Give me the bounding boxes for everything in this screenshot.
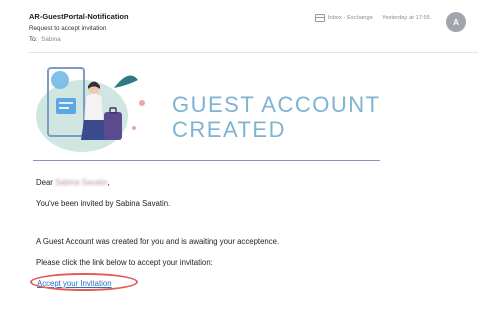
avatar[interactable]: A [446, 12, 466, 32]
document-line [59, 107, 69, 109]
mail-meta: Inbox - Exchange Yesterday at 17:55 [314, 14, 430, 22]
guest-illustration [36, 67, 145, 152]
recipient-name[interactable]: Sabina [41, 36, 61, 43]
document-card [56, 98, 76, 114]
mailbox-name: Inbox - Exchange [327, 15, 373, 21]
greeting-suffix: , [107, 178, 110, 187]
to-label: To: [29, 36, 38, 43]
banner-title: GUEST ACCOUNT CREATED [172, 92, 422, 142]
header-divider [29, 52, 478, 53]
leaf [114, 75, 138, 88]
banner-title-line2: CREATED [172, 117, 286, 142]
redacted-name: Sabina Savatin [55, 178, 108, 188]
mailbox-icon [314, 14, 325, 22]
decoration-circle [51, 71, 69, 89]
suitcase [104, 112, 122, 140]
dot-decoration [139, 100, 145, 106]
recipient-line: To: Sabina [29, 36, 61, 43]
person-skirt [81, 120, 107, 140]
dot-decoration [132, 126, 136, 130]
banner-title-line1: GUEST ACCOUNT [172, 92, 381, 117]
invited-line: You've been invited by Sabina Savatin. [36, 199, 171, 208]
instruction-line: Please click the link below to accept yo… [36, 258, 213, 267]
account-created-line: A Guest Account was created for you and … [36, 237, 280, 246]
email-subject: Request to accept invitation [29, 25, 107, 32]
sender-name[interactable]: AR-GuestPortal-Notification [29, 12, 129, 21]
banner-divider [33, 160, 380, 161]
received-date: Yesterday at 17:55 [381, 15, 430, 21]
greeting-prefix: Dear [36, 178, 53, 187]
document-line [59, 102, 73, 104]
mail-header: AR-GuestPortal-Notification Request to a… [0, 0, 478, 48]
greeting-line: Dear Sabina Savatin, [36, 178, 110, 187]
accept-invitation-link[interactable]: Accept your Invitation [37, 279, 112, 288]
